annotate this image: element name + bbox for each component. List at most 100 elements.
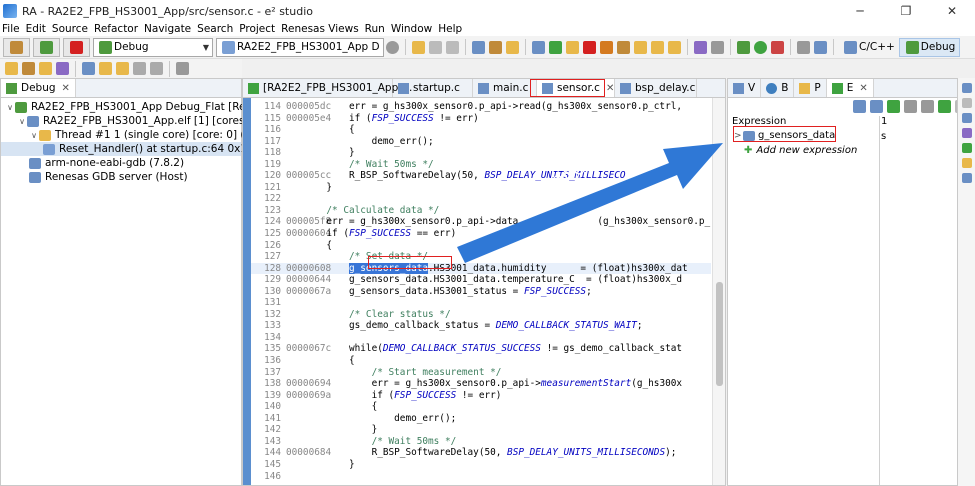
perspective-debug[interactable]: Debug: [898, 37, 961, 57]
suspend-icon[interactable]: [566, 40, 579, 54]
window-icon[interactable]: [814, 40, 827, 54]
menu-run[interactable]: Run: [365, 23, 385, 35]
minimized-view-icon[interactable]: [961, 143, 972, 153]
save-icon[interactable]: [429, 40, 442, 54]
tree-item-elf[interactable]: ∨ RA2E2_FPB_HS3001_App.elf [1] [cores: 0…: [1, 114, 262, 128]
step-return-icon[interactable]: [668, 40, 681, 54]
code-line[interactable]: 114 000005dc err = g_hs300x_sensor0.p_api-…: [251, 101, 711, 113]
tab-variables[interactable]: V: [728, 79, 762, 97]
print-icon[interactable]: [446, 40, 459, 54]
folder-icon[interactable]: [39, 62, 52, 75]
remove-icon[interactable]: [904, 99, 917, 113]
debug-config-icon[interactable]: [737, 40, 750, 54]
launch-mode-select[interactable]: Debug ▼: [93, 37, 213, 57]
menu-help[interactable]: Help: [438, 23, 462, 35]
menu-project[interactable]: Project: [239, 23, 275, 35]
hammer-icon[interactable]: [489, 40, 502, 54]
minimized-view-icon[interactable]: [961, 158, 972, 168]
tab-project-file[interactable]: [RA2E2_FPB_HS3001_App]...: [243, 79, 412, 97]
code-line[interactable]: 131: [251, 297, 711, 309]
minimized-view-icon[interactable]: [961, 173, 972, 183]
menu-renesas-views[interactable]: Renesas Views: [281, 23, 359, 35]
tree-item-frame[interactable]: Reset_Handler() at startup.c:64 0x1aa8: [1, 142, 267, 156]
tree-item-gdb-server[interactable]: Renesas GDB server (Host): [1, 170, 241, 184]
code-line[interactable]: 133 gs_demo_callback_status = DEMO_CALLBA…: [251, 320, 711, 332]
expression-item[interactable]: > g_sensors_data: [734, 129, 835, 142]
restart-icon[interactable]: [617, 40, 630, 54]
scrollbar-thumb[interactable]: [716, 282, 723, 386]
debug-launch-button[interactable]: [33, 37, 60, 57]
code-line[interactable]: 143 /* Wait 50ms */: [251, 436, 711, 448]
column-divider[interactable]: [879, 116, 880, 485]
chevron-down-icon[interactable]: ∨: [17, 117, 27, 126]
step-into-icon[interactable]: [634, 40, 647, 54]
tab-peripherals[interactable]: P: [794, 79, 827, 97]
minimized-view-icon[interactable]: [961, 113, 972, 123]
tab-breakpoints[interactable]: B: [761, 79, 795, 97]
disconnect-icon[interactable]: [600, 40, 613, 54]
stop-button[interactable]: [63, 37, 90, 57]
remove-all-icon[interactable]: [921, 99, 934, 113]
tree-item-gdb[interactable]: arm-none-eabi-gdb (7.8.2): [1, 156, 241, 170]
tab-sensor-c[interactable]: sensor.c ✕: [537, 79, 615, 97]
tree-item-thread[interactable]: ∨ Thread #1 1 (single core) [core: 0] (S…: [1, 128, 302, 142]
code-line[interactable]: 115 000005e4 if (FSP_SUCCESS != err): [251, 113, 711, 125]
edit-icon[interactable]: [56, 62, 69, 75]
code-line[interactable]: 135 0000067c while(DEMO_CALLBACK_STATUS_SU…: [251, 343, 711, 355]
terminate-icon[interactable]: [583, 40, 596, 54]
console-icon[interactable]: [797, 40, 810, 54]
tab-startup-c[interactable]: startup.c: [393, 79, 473, 97]
add-expression-item[interactable]: ✚ Add new expression: [744, 144, 857, 157]
chevron-down-icon[interactable]: ∨: [5, 103, 15, 112]
skip-icon[interactable]: [532, 40, 545, 54]
new-icon[interactable]: [412, 40, 425, 54]
folder-icon[interactable]: [506, 40, 519, 54]
prev-annotation-icon[interactable]: [116, 62, 129, 75]
code-line[interactable]: 145}: [251, 459, 711, 471]
open-perspective-icon[interactable]: [176, 62, 189, 75]
perspective-cpp[interactable]: C/C++: [838, 38, 899, 57]
close-icon[interactable]: ✕: [606, 83, 614, 94]
code-line[interactable]: 144 00000684 R_BSP_SoftwareDelay(50, BSP_…: [251, 447, 711, 459]
code-line[interactable]: 142 }: [251, 424, 711, 436]
chevron-right-icon[interactable]: >: [734, 131, 743, 141]
code-line[interactable]: 141 demo_err();: [251, 413, 711, 425]
step-over-icon[interactable]: [651, 40, 664, 54]
collapse-icon[interactable]: [853, 99, 866, 113]
chevron-down-icon[interactable]: ∨: [29, 131, 39, 140]
code-line[interactable]: 137 /* Start measurement */: [251, 367, 711, 379]
close-button[interactable]: ✕: [929, 0, 975, 22]
code-line[interactable]: 129 00000644 g_sensors_data.HS3001_data.te…: [251, 274, 711, 286]
code-line[interactable]: 140 {: [251, 401, 711, 413]
minimize-button[interactable]: ─: [837, 0, 883, 22]
menu-search[interactable]: Search: [197, 23, 233, 35]
minimized-view-icon[interactable]: [961, 83, 972, 93]
back-icon[interactable]: [133, 62, 146, 75]
menu-source[interactable]: Source: [52, 23, 88, 35]
pin-icon[interactable]: [5, 62, 18, 75]
refresh-icon[interactable]: [938, 99, 951, 113]
code-line[interactable]: 130 0000067a g_sensors_data.HS3001_status …: [251, 286, 711, 298]
restore-button[interactable]: ❐: [883, 0, 929, 22]
minimized-view-icon[interactable]: [961, 128, 972, 138]
link-icon[interactable]: [22, 62, 35, 75]
close-icon[interactable]: ✕: [859, 83, 867, 94]
menu-file[interactable]: File: [2, 23, 20, 35]
code-line[interactable]: 138 00000694 err = g_hs300x_sensor0.p_api…: [251, 378, 711, 390]
add-icon[interactable]: [887, 99, 900, 113]
code-line[interactable]: 146: [251, 471, 711, 483]
code-line[interactable]: 134: [251, 332, 711, 344]
menu-window[interactable]: Window: [391, 23, 432, 35]
menu-refactor[interactable]: Refactor: [94, 23, 138, 35]
build-button[interactable]: [3, 37, 30, 57]
external-tools-icon[interactable]: [771, 40, 784, 54]
instruction-step-icon[interactable]: [694, 40, 707, 54]
tree-item-launch[interactable]: ∨ RA2E2_FPB_HS3001_App Debug_Flat [Renes…: [1, 100, 303, 114]
code-line[interactable]: 139 0000069a if (FSP_SUCCESS != err): [251, 390, 711, 402]
target-icon[interactable]: [472, 40, 485, 54]
tab-expressions[interactable]: E ✕: [826, 79, 874, 97]
gear-icon[interactable]: [386, 40, 399, 54]
forward-icon[interactable]: [150, 62, 163, 75]
expand-icon[interactable]: [870, 99, 883, 113]
close-icon[interactable]: ✕: [62, 83, 70, 94]
